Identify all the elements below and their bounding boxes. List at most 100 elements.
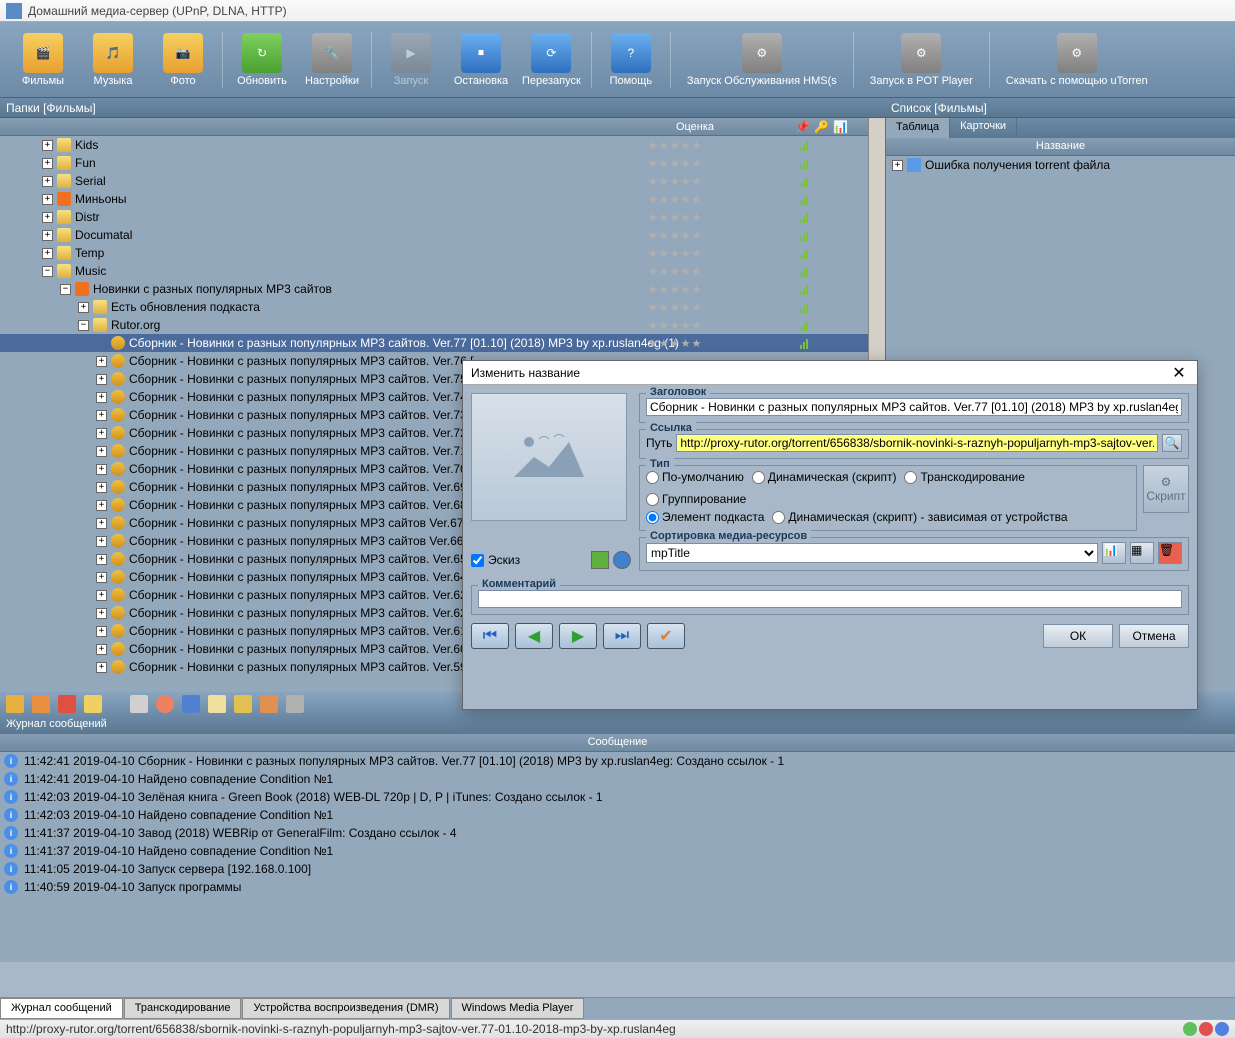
tree-row[interactable]: −Новинки с разных популярных MP3 сайтов★… bbox=[0, 280, 868, 298]
tree-row[interactable]: +Есть обновления подкаста★★★★★ bbox=[0, 298, 868, 316]
log-row[interactable]: i11:42:41 2019-04-10 Найдено совпадение … bbox=[0, 770, 1235, 788]
tab-wmp[interactable]: Windows Media Player bbox=[451, 998, 585, 1019]
cancel-button[interactable]: Отмена bbox=[1119, 624, 1189, 648]
tray-red-icon[interactable] bbox=[1199, 1022, 1213, 1036]
help-button[interactable]: ?Помощь bbox=[596, 26, 666, 94]
settings-button[interactable]: 🔧Настройки bbox=[297, 26, 367, 94]
users-icon[interactable] bbox=[260, 695, 278, 713]
radio-default[interactable]: По-умолчанию bbox=[646, 470, 744, 484]
lifebuoy-icon[interactable] bbox=[156, 695, 174, 713]
log-row[interactable]: i11:41:05 2019-04-10 Запуск сервера [192… bbox=[0, 860, 1235, 878]
expander-icon[interactable]: + bbox=[96, 518, 107, 529]
expander-icon[interactable]: + bbox=[96, 428, 107, 439]
log-row[interactable]: i11:42:41 2019-04-10 Сборник - Новинки с… bbox=[0, 752, 1235, 770]
bars-icon[interactable]: 📊 bbox=[833, 120, 848, 134]
tree-row[interactable]: +Distr★★★★★ bbox=[0, 208, 868, 226]
log-row[interactable]: i11:40:59 2019-04-10 Запуск программы bbox=[0, 878, 1235, 896]
radio-group[interactable]: Группирование bbox=[646, 492, 746, 506]
expander-icon[interactable]: − bbox=[42, 266, 53, 277]
sort-bars-icon[interactable]: 📊 bbox=[1102, 542, 1126, 564]
radio-dynamic[interactable]: Динамическая (скрипт) bbox=[752, 470, 897, 484]
expander-icon[interactable]: + bbox=[96, 482, 107, 493]
header-input[interactable] bbox=[646, 398, 1182, 416]
tree-row[interactable]: +Serial★★★★★ bbox=[0, 172, 868, 190]
folder-open-icon[interactable] bbox=[6, 695, 24, 713]
music-button[interactable]: 🎵Музыка bbox=[78, 26, 148, 94]
save-icon[interactable] bbox=[182, 695, 200, 713]
ok-button[interactable]: ОК bbox=[1043, 624, 1113, 648]
log-column-header[interactable]: Сообщение bbox=[0, 734, 1235, 752]
radio-podcast-element[interactable]: Элемент подкаста bbox=[646, 510, 764, 524]
tree-row[interactable]: +Temp★★★★★ bbox=[0, 244, 868, 262]
expander-icon[interactable]: + bbox=[42, 194, 53, 205]
log-row[interactable]: i11:42:03 2019-04-10 Найдено совпадение … bbox=[0, 806, 1235, 824]
sun-icon[interactable] bbox=[84, 695, 102, 713]
last-button[interactable]: ⏭ bbox=[603, 623, 641, 649]
expander-icon[interactable]: + bbox=[96, 356, 107, 367]
grid-icon[interactable] bbox=[286, 695, 304, 713]
tab-log[interactable]: Журнал сообщений bbox=[0, 998, 123, 1019]
expander-icon[interactable]: + bbox=[96, 662, 107, 673]
path-input[interactable] bbox=[676, 434, 1158, 452]
expander-icon[interactable]: + bbox=[42, 248, 53, 259]
expander-icon[interactable]: + bbox=[96, 446, 107, 457]
expander-icon[interactable]: + bbox=[96, 572, 107, 583]
script-button[interactable]: ⚙ Скрипт bbox=[1143, 465, 1189, 513]
expander-icon[interactable]: + bbox=[892, 160, 903, 171]
comment-input[interactable] bbox=[478, 590, 1182, 608]
expander-icon[interactable]: − bbox=[78, 320, 89, 331]
refresh-thumb-icon[interactable] bbox=[591, 551, 609, 569]
movies-button[interactable]: 🎬Фильмы bbox=[8, 26, 78, 94]
expander-icon[interactable]: + bbox=[96, 410, 107, 421]
key-icon[interactable] bbox=[234, 695, 252, 713]
globe-icon[interactable] bbox=[613, 551, 631, 569]
expander-icon[interactable]: + bbox=[96, 626, 107, 637]
expander-icon[interactable]: + bbox=[96, 554, 107, 565]
apply-button[interactable]: ✔ bbox=[647, 623, 685, 649]
radio-dynamic-device[interactable]: Динамическая (скрипт) - зависимая от уст… bbox=[772, 510, 1067, 524]
tab-transcode[interactable]: Транскодирование bbox=[124, 998, 242, 1019]
dialog-titlebar[interactable]: Изменить название ✕ bbox=[463, 361, 1197, 385]
browse-button[interactable]: 🔍 bbox=[1162, 434, 1182, 452]
tree-row[interactable]: −Music★★★★★ bbox=[0, 262, 868, 280]
radio-transcode[interactable]: Транскодирование bbox=[904, 470, 1024, 484]
key-icon[interactable]: 🔑 bbox=[814, 120, 829, 134]
refresh-button[interactable]: ↻Обновить bbox=[227, 26, 297, 94]
expander-icon[interactable]: + bbox=[96, 464, 107, 475]
pin-icon[interactable]: 📌 bbox=[795, 120, 810, 134]
log-row[interactable]: i11:41:37 2019-04-10 Найдено совпадение … bbox=[0, 842, 1235, 860]
log-row[interactable]: i11:41:37 2019-04-10 Завод (2018) WEBRip… bbox=[0, 824, 1235, 842]
expander-icon[interactable]: + bbox=[42, 176, 53, 187]
expander-icon[interactable]: + bbox=[96, 608, 107, 619]
tree-row[interactable]: Сборник - Новинки с разных популярных MP… bbox=[0, 334, 868, 352]
doc-icon[interactable] bbox=[208, 695, 226, 713]
expander-icon[interactable]: + bbox=[96, 536, 107, 547]
expander-icon[interactable]: + bbox=[42, 212, 53, 223]
tree-row[interactable]: +Миньоны★★★★★ bbox=[0, 190, 868, 208]
expander-icon[interactable]: + bbox=[42, 140, 53, 151]
tab-dmr[interactable]: Устройства воспроизведения (DMR) bbox=[242, 998, 449, 1019]
tab-cards[interactable]: Карточки bbox=[950, 118, 1017, 138]
thumbnail-checkbox[interactable] bbox=[471, 554, 484, 567]
delete-icon[interactable] bbox=[58, 695, 76, 713]
expander-icon[interactable]: + bbox=[42, 158, 53, 169]
sort-grid-icon[interactable]: ▦ bbox=[1130, 542, 1154, 564]
expander-icon[interactable]: + bbox=[42, 230, 53, 241]
expander-icon[interactable]: + bbox=[96, 644, 107, 655]
folder-icon[interactable] bbox=[32, 695, 50, 713]
stop-button[interactable]: ⏹Остановка bbox=[446, 26, 516, 94]
expander-icon[interactable]: + bbox=[96, 590, 107, 601]
sort-select[interactable]: mpTitle bbox=[646, 543, 1098, 563]
tree-row[interactable]: −Rutor.org★★★★★ bbox=[0, 316, 868, 334]
expander-icon[interactable]: − bbox=[60, 284, 71, 295]
tray-blue-icon[interactable] bbox=[1215, 1022, 1229, 1036]
rating-column[interactable]: Оценка bbox=[665, 121, 725, 133]
tray-green-icon[interactable] bbox=[1183, 1022, 1197, 1036]
sort-delete-icon[interactable]: 🗑 bbox=[1158, 542, 1182, 564]
utorrent-button[interactable]: ⚙Скачать с помощью uTorren bbox=[994, 26, 1160, 94]
tab-table[interactable]: Таблица bbox=[886, 118, 950, 138]
list-item[interactable]: + Ошибка получения torrent файла bbox=[886, 156, 1235, 174]
expander-icon[interactable]: + bbox=[96, 392, 107, 403]
prev-button[interactable]: ◀ bbox=[515, 623, 553, 649]
first-button[interactable]: ⏮ bbox=[471, 623, 509, 649]
